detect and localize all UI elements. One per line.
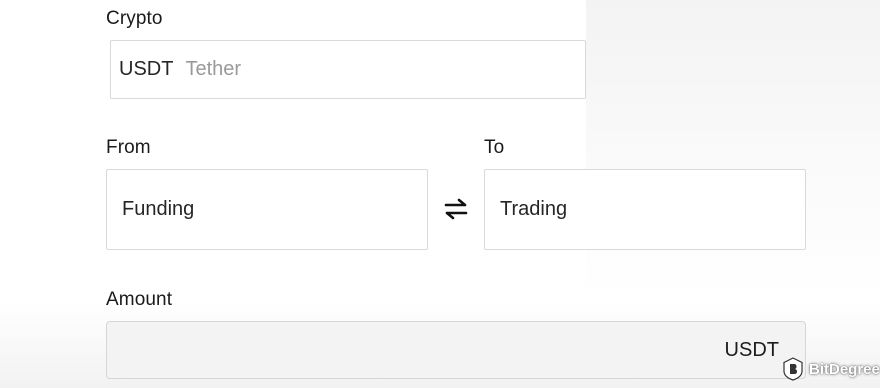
from-label: From <box>106 137 151 158</box>
watermark: BitDegree <box>782 356 880 382</box>
bitdegree-logo-icon <box>783 357 803 381</box>
crypto-symbol: USDT <box>119 58 174 80</box>
to-account-value: Trading <box>500 198 568 220</box>
transfer-form-page: Crypto USDT Tether From Funding To Tradi… <box>0 0 880 388</box>
amount-label: Amount <box>106 289 173 310</box>
crypto-name: Tether <box>185 58 242 80</box>
watermark-text: BitDegree <box>809 360 880 378</box>
amount-unit: USDT <box>724 338 779 361</box>
amount-field[interactable]: USDT <box>106 321 806 379</box>
to-account-select[interactable]: Trading <box>484 169 806 250</box>
crypto-select[interactable]: USDT Tether <box>110 40 586 99</box>
swap-arrows-icon[interactable] <box>440 195 472 223</box>
from-account-value: Funding <box>122 198 195 220</box>
background-panel <box>586 0 880 300</box>
to-label: To <box>484 137 505 158</box>
from-account-select[interactable]: Funding <box>106 169 428 250</box>
amount-input[interactable] <box>121 332 685 370</box>
crypto-label: Crypto <box>106 8 163 29</box>
